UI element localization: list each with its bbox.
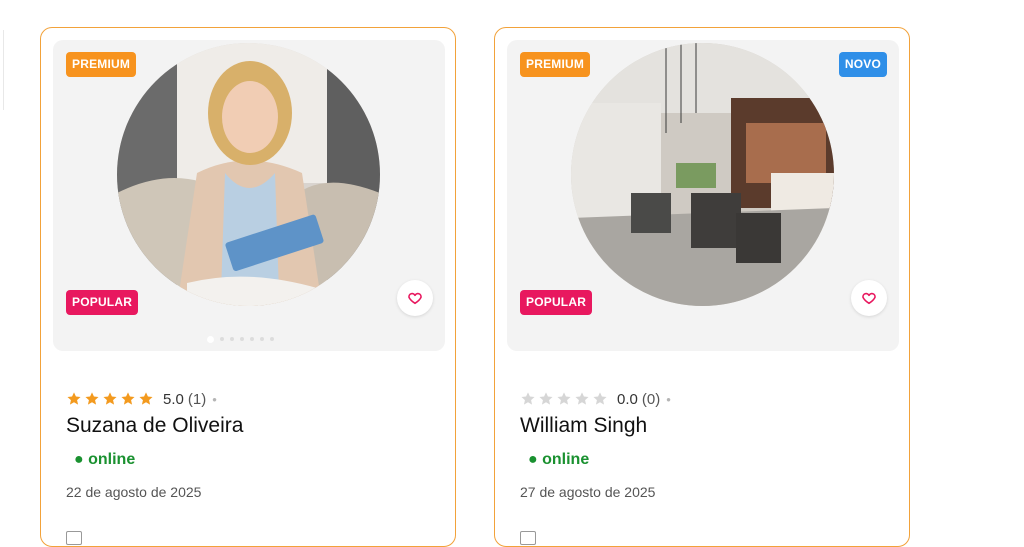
online-status: ● online xyxy=(74,451,136,468)
star-icon xyxy=(139,392,153,405)
carousel-dot[interactable] xyxy=(220,337,224,341)
star-icon xyxy=(121,392,135,405)
mail-icon xyxy=(66,531,82,545)
heart-icon xyxy=(408,292,422,305)
rating-value: 5.0 xyxy=(163,390,184,408)
new-badge: NOVO xyxy=(838,52,887,77)
carousel-dot[interactable] xyxy=(270,337,274,341)
rating: 5.0 (1) • xyxy=(66,388,217,410)
popular-badge: POPULAR xyxy=(66,290,139,315)
premium-badge: PREMIUM xyxy=(66,52,137,77)
contact-row xyxy=(520,528,820,545)
star-icon xyxy=(575,392,589,405)
card-media[interactable]: PREMIUM NOVO POPULAR xyxy=(507,40,899,351)
profile-name[interactable]: William Singh xyxy=(520,414,647,438)
page-edge-divider xyxy=(0,30,4,110)
heart-icon xyxy=(862,292,876,305)
rating-count: (0) xyxy=(641,390,661,408)
star-icon xyxy=(85,392,99,405)
rating: 0.0 (0) • xyxy=(520,388,671,410)
mail-icon xyxy=(520,531,536,545)
carousel-dot[interactable] xyxy=(260,337,264,341)
profile-photo[interactable] xyxy=(117,43,380,306)
favorite-button[interactable] xyxy=(397,280,433,316)
carousel-dot[interactable] xyxy=(207,335,214,343)
rating-value: 0.0 xyxy=(617,390,638,408)
star-icon xyxy=(521,392,535,405)
star-rating xyxy=(66,391,154,407)
carousel-dot[interactable] xyxy=(230,337,234,341)
profile-date: 27 de agosto de 2025 xyxy=(520,484,656,500)
carousel-dot[interactable] xyxy=(240,337,244,341)
premium-badge: PREMIUM xyxy=(520,52,591,77)
star-icon xyxy=(67,392,81,405)
contact-row xyxy=(66,528,366,545)
star-icon xyxy=(103,392,117,405)
star-rating xyxy=(520,391,608,407)
profile-card[interactable]: PREMIUM NOVO POPULAR 0.0 (0) • William S… xyxy=(494,27,910,547)
profile-name[interactable]: Suzana de Oliveira xyxy=(66,414,243,438)
profile-photo[interactable] xyxy=(571,43,834,306)
star-icon xyxy=(557,392,571,405)
star-icon xyxy=(539,392,553,405)
profile-card[interactable]: PREMIUM POPULAR 5.0 (1) • Suzana de Oliv… xyxy=(40,27,456,547)
rating-separator: • xyxy=(212,391,217,407)
card-media[interactable]: PREMIUM POPULAR xyxy=(53,40,445,351)
profile-date: 22 de agosto de 2025 xyxy=(66,484,202,500)
carousel-dot[interactable] xyxy=(250,337,254,341)
rating-separator: • xyxy=(666,391,671,407)
star-icon xyxy=(593,392,607,405)
favorite-button[interactable] xyxy=(851,280,887,316)
rating-count: (1) xyxy=(187,390,207,408)
online-status: ● online xyxy=(528,451,590,468)
carousel-dots xyxy=(207,335,274,343)
popular-badge: POPULAR xyxy=(520,290,593,315)
